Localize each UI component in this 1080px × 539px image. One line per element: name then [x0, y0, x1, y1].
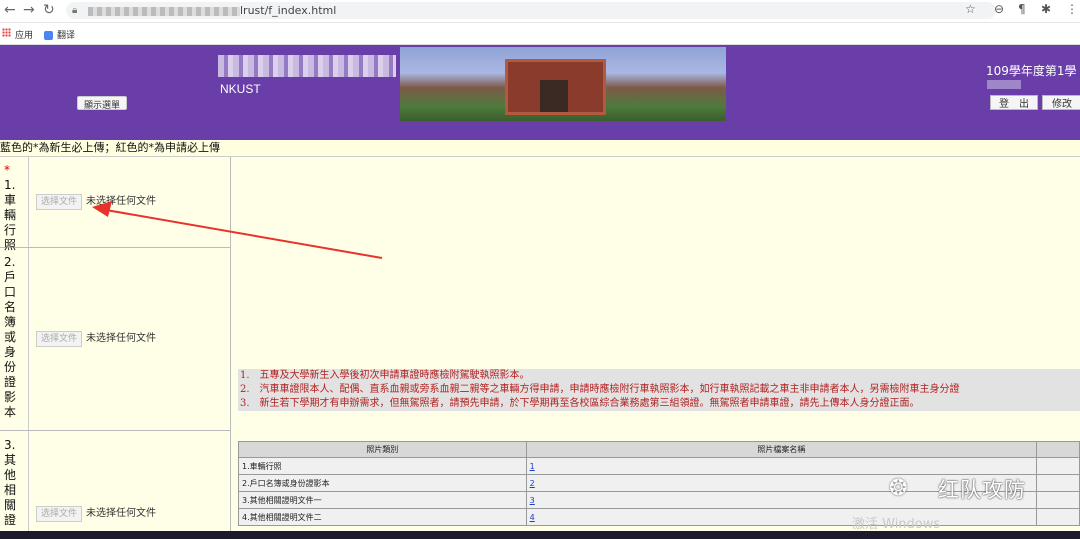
- watermark-text: 红队攻防: [938, 478, 1026, 502]
- taskbar: [0, 531, 1080, 539]
- annotation-arrow: [92, 201, 383, 259]
- windows-activation-overlay: 激活 Windows: [852, 517, 941, 532]
- wechat-icon: ❂: [889, 476, 908, 501]
